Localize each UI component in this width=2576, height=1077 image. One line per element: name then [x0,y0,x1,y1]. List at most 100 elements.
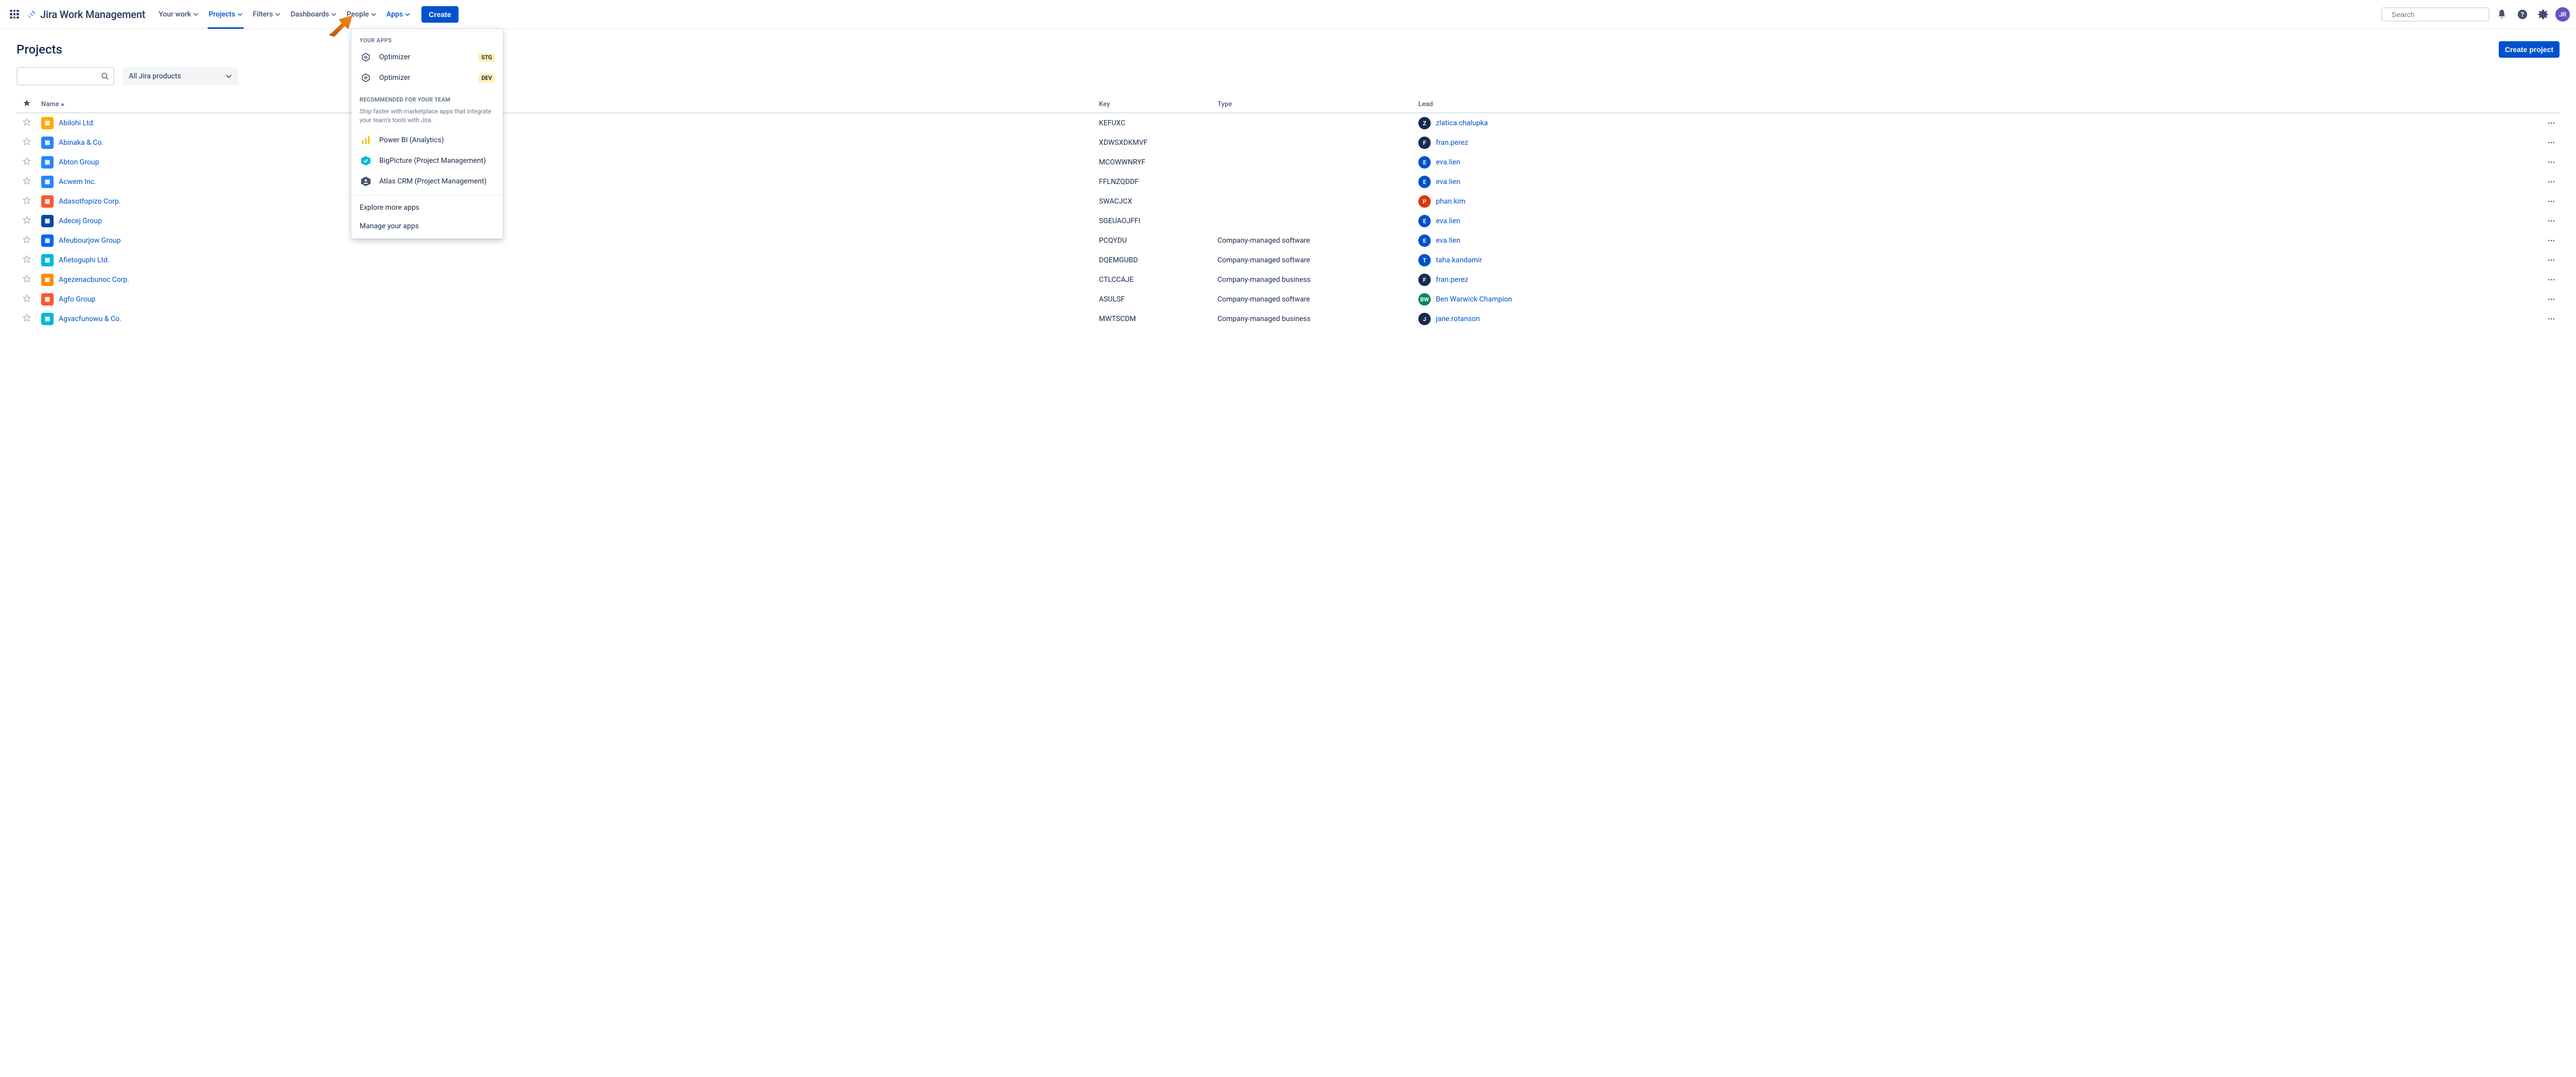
nav-filters[interactable]: Filters [249,7,284,22]
nav-dashboards[interactable]: Dashboards [286,7,341,22]
star-toggle[interactable] [16,192,37,211]
lead-avatar: E [1418,234,1431,247]
more-actions-button[interactable]: ⋯ [2535,113,2560,133]
project-key: MCOWWNRYF [1095,153,1213,172]
star-toggle[interactable] [16,290,37,309]
star-toggle[interactable] [16,270,37,290]
project-key: DQEMGUBD [1095,250,1213,270]
more-actions-button[interactable]: ⋯ [2535,290,2560,309]
star-toggle[interactable] [16,231,37,250]
project-key: CTLCCAJE [1095,270,1213,290]
nav-apps[interactable]: Apps [382,7,414,22]
global-search[interactable] [2381,7,2489,22]
create-project-button[interactable]: Create project [2499,41,2560,58]
nav-label: Filters [253,10,273,19]
col-type-label: Type [1217,100,1232,108]
lead-link[interactable]: eva.lien [1436,237,1460,245]
notifications-icon[interactable] [2494,6,2510,23]
more-actions-button[interactable]: ⋯ [2535,211,2560,231]
star-toggle[interactable] [16,211,37,231]
lead-avatar: J [1418,313,1431,325]
col-name[interactable]: Name▲ [37,96,1095,113]
search-input[interactable] [2392,10,2485,19]
star-toggle[interactable] [16,153,37,172]
app-item[interactable]: Optimizer DEV [351,68,503,88]
lead-link[interactable]: eva.lien [1436,158,1460,166]
more-actions-button[interactable]: ⋯ [2535,270,2560,290]
project-key: PCQYDU [1095,231,1213,250]
recommended-app-item[interactable]: Atlas CRM (Project Management) [351,171,503,192]
nav-projects[interactable]: Projects [205,7,247,22]
project-name-link[interactable]: Acwem Inc. [59,178,96,186]
project-name-link[interactable]: Afeubourjow Group [59,237,121,245]
project-name-link[interactable]: Abilohi Ltd. [59,119,95,127]
project-name-link[interactable]: Adecej Group [59,217,102,225]
create-button[interactable]: Create [421,6,459,23]
more-actions-button[interactable]: ⋯ [2535,309,2560,329]
nav-label: Your work [159,10,191,19]
project-name-link[interactable]: Afietoguphi Ltd. [59,256,109,264]
app-icon [360,134,372,146]
col-type[interactable]: Type [1213,96,1414,113]
project-name-link[interactable]: Abinaka & Co. [59,139,104,147]
env-badge: DEV [479,74,495,82]
more-actions-button[interactable]: ⋯ [2535,172,2560,192]
lead-avatar: E [1418,215,1431,227]
project-name-link[interactable]: Agfo Group [59,295,95,304]
lead-link[interactable]: eva.lien [1436,217,1460,225]
chevron-down-icon [405,12,410,17]
project-avatar-icon [41,313,54,325]
lead-link[interactable]: phan.kim [1436,197,1465,206]
col-star[interactable] [16,96,37,113]
recommended-app-item[interactable]: BigPicture (Project Management) [351,150,503,171]
lead-link[interactable]: eva.lien [1436,178,1460,186]
star-toggle[interactable] [16,133,37,153]
project-search-input[interactable] [16,67,114,86]
nav-your-work[interactable]: Your work [155,7,202,22]
help-icon[interactable]: ? [2514,6,2531,23]
project-key: MWTSCDM [1095,309,1213,329]
explore-more-apps[interactable]: Explore more apps [351,198,503,217]
product-logo[interactable]: Jira Work Management [26,8,145,21]
lead-avatar: BW [1418,293,1431,306]
star-toggle[interactable] [16,250,37,270]
star-toggle[interactable] [16,113,37,133]
user-avatar[interactable]: JR [2555,7,2570,22]
project-name-link[interactable]: Agvacfunowu & Co. [59,315,122,323]
lead-link[interactable]: jane.rotanson [1436,315,1480,323]
product-filter-dropdown[interactable]: All Jira products [123,67,238,86]
recommended-app-item[interactable]: Power BI (Analytics) [351,130,503,150]
app-icon [360,155,372,167]
more-actions-button[interactable]: ⋯ [2535,231,2560,250]
col-key[interactable]: Key [1095,96,1213,113]
nav-people[interactable]: People [343,7,380,22]
top-navigation: Jira Work Management Your work Projects … [0,0,2576,29]
app-switcher-icon[interactable] [6,6,23,23]
lead-link[interactable]: fran.perez [1436,276,1468,284]
star-toggle[interactable] [16,172,37,192]
star-outline-icon [22,157,31,166]
more-actions-button[interactable]: ⋯ [2535,153,2560,172]
manage-your-apps[interactable]: Manage your apps [351,217,503,235]
svg-text:?: ? [2521,11,2524,19]
more-actions-button[interactable]: ⋯ [2535,133,2560,153]
app-label: Power BI (Analytics) [379,136,495,144]
star-toggle[interactable] [16,309,37,329]
lead-link[interactable]: Ben Warwick-Champion [1436,295,1512,304]
more-actions-button[interactable]: ⋯ [2535,192,2560,211]
col-actions [2535,96,2560,113]
lead-link[interactable]: taha.kandamir [1436,256,1482,264]
col-lead[interactable]: Lead [1414,96,2535,113]
nav-items: Your work Projects Filters Dashboards Pe… [155,6,459,23]
project-type: Company-managed software [1213,290,1414,309]
app-item[interactable]: Optimizer STG [351,47,503,68]
project-name-link[interactable]: Agezenacbunoc Corp. [59,276,129,284]
more-actions-button[interactable]: ⋯ [2535,250,2560,270]
project-type [1213,133,1414,153]
settings-icon[interactable] [2535,6,2551,23]
project-name-link[interactable]: Abton Group [59,158,99,166]
lead-link[interactable]: fran.perez [1436,139,1468,147]
project-type: Company-managed business [1213,309,1414,329]
project-name-link[interactable]: Adasotfopizo Corp. [59,197,121,206]
lead-link[interactable]: zlatica.chalupka [1436,119,1488,127]
